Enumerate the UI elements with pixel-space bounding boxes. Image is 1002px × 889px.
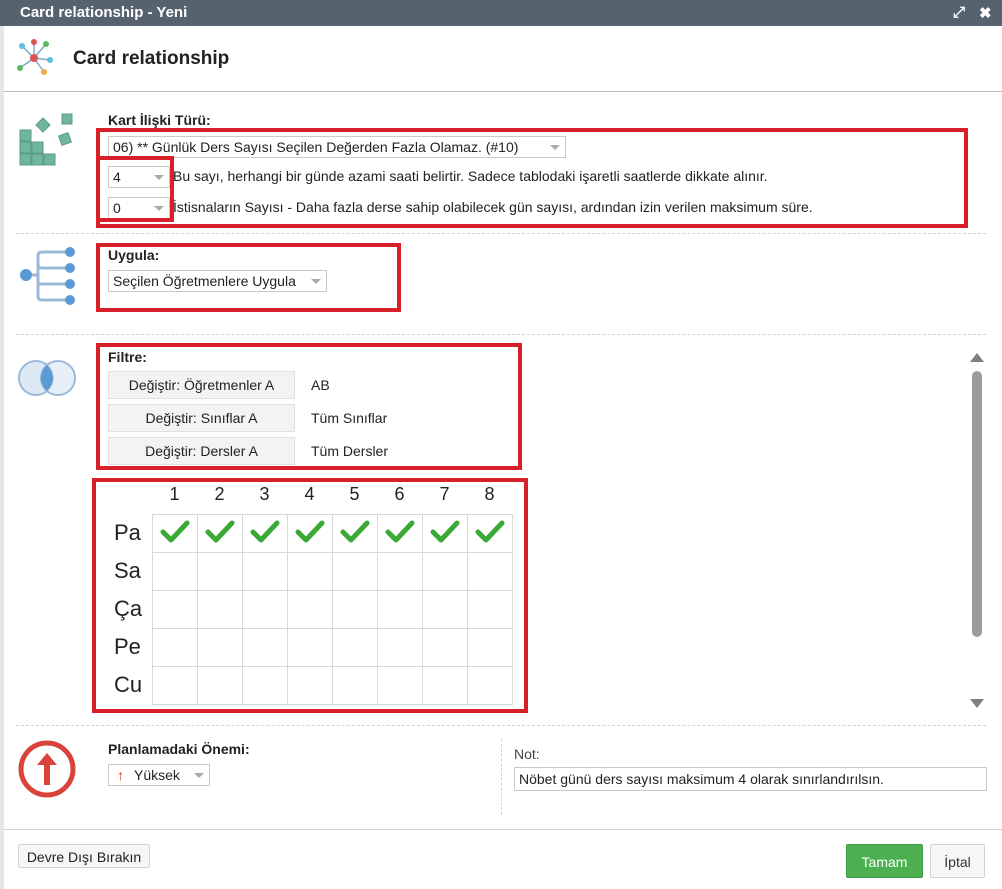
section-divider bbox=[16, 725, 986, 726]
section-divider bbox=[16, 334, 986, 335]
scroll-down-arrow[interactable] bbox=[970, 699, 984, 708]
highlight-apply bbox=[96, 243, 401, 312]
dialog-title: Card relationship bbox=[73, 48, 230, 69]
highlight-filter bbox=[96, 343, 522, 470]
close-icon[interactable]: ✖ bbox=[979, 4, 992, 22]
highlight-parameters bbox=[96, 156, 174, 222]
relation-type-label: Kart İlişki Türü: bbox=[108, 112, 211, 128]
importance-label: Planlamadaki Önemi: bbox=[108, 741, 250, 757]
chevron-down-icon bbox=[194, 773, 204, 778]
highlight-timetable bbox=[92, 478, 528, 713]
disable-button[interactable]: Devre Dışı Bırakın bbox=[18, 844, 150, 868]
tree-branch-icon bbox=[20, 247, 75, 305]
ok-button[interactable]: Tamam bbox=[846, 844, 923, 878]
relationship-network-icon bbox=[17, 39, 53, 75]
dialog-header: Card relationship bbox=[4, 26, 1002, 92]
scrollbar-thumb[interactable] bbox=[972, 371, 982, 637]
note-input[interactable] bbox=[514, 767, 987, 791]
cancel-button[interactable]: İptal bbox=[930, 844, 985, 878]
highlight-relation-type bbox=[96, 128, 968, 228]
importance-value: Yüksek bbox=[134, 767, 180, 783]
section-divider bbox=[501, 739, 502, 815]
window-titlebar: Card relationship - Yeni ⤢ ✖ bbox=[0, 0, 1002, 26]
window-edge bbox=[0, 26, 4, 889]
importance-arrow-up-icon bbox=[18, 740, 76, 798]
card-blocks-icon bbox=[19, 113, 73, 166]
window-title: Card relationship - Yeni bbox=[20, 4, 188, 21]
venn-diagram-icon bbox=[18, 360, 76, 396]
expand-icon[interactable]: ⤢ bbox=[953, 4, 965, 21]
note-label: Not: bbox=[514, 746, 540, 762]
arrow-up-icon: ↑ bbox=[117, 767, 124, 783]
scroll-up-arrow[interactable] bbox=[970, 353, 984, 362]
section-divider bbox=[16, 233, 986, 234]
importance-select[interactable]: ↑ Yüksek bbox=[108, 764, 210, 786]
